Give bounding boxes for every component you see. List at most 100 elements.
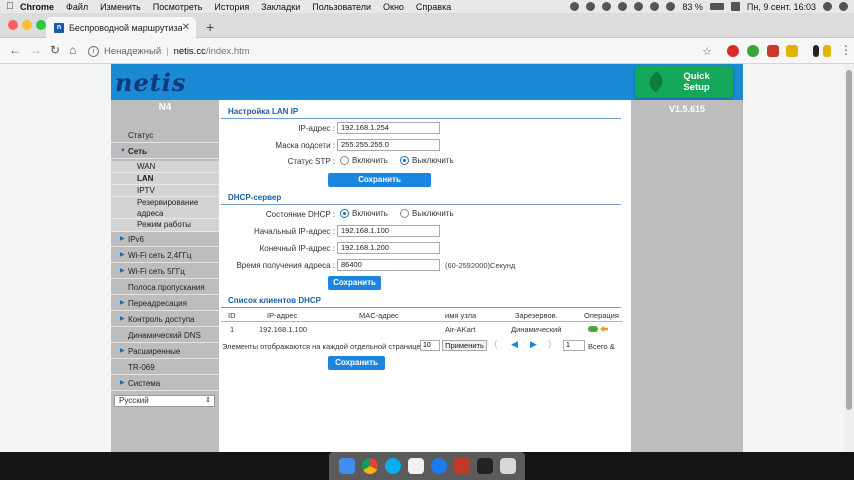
tab-close-icon[interactable]: ✕: [182, 22, 190, 33]
sidebar-item-advanced[interactable]: ▶ Расширенные: [111, 344, 219, 359]
browser-tab[interactable]: n Беспроводной маршрутизато ✕: [46, 17, 196, 38]
sidebar-item-label: Резервирование: [137, 198, 199, 207]
menu-window[interactable]: Окно: [383, 2, 404, 12]
menu-edit[interactable]: Изменить: [100, 2, 141, 12]
row-id: 1: [230, 325, 235, 334]
address-bar[interactable]: i Ненадежный | netis.cc /index.htm ☆: [88, 42, 720, 60]
bookmark-star-icon[interactable]: ☆: [702, 45, 712, 58]
page-scrollbar[interactable]: [844, 64, 854, 452]
stp-status-label: Статус STP :: [287, 157, 335, 166]
spotlight-icon[interactable]: [823, 2, 832, 11]
menu-app-name[interactable]: Chrome: [20, 2, 54, 12]
adblock-extension-icon[interactable]: [727, 45, 739, 57]
info-icon[interactable]: i: [88, 45, 99, 57]
battery-percent[interactable]: 83 %: [682, 2, 703, 12]
row-operations: [588, 326, 608, 332]
sidebar-item-tr069[interactable]: TR-069: [111, 360, 219, 375]
stp-enable-radio[interactable]: Включить: [340, 156, 388, 165]
green-extension-icon[interactable]: [747, 45, 759, 57]
trash-icon[interactable]: [499, 458, 516, 474]
dhcp-enable-radio[interactable]: Включить: [340, 209, 388, 218]
last-page-icon[interactable]: ⟩: [548, 339, 552, 350]
sidebar-item-label: Режим работы: [137, 220, 192, 229]
browser-menu-icon[interactable]: ⋮: [840, 43, 852, 57]
first-page-icon[interactable]: ⟨: [494, 339, 498, 350]
sidebar-item-ddns[interactable]: Динамический DNS: [111, 328, 219, 343]
apple-icon[interactable]: : [0, 1, 20, 12]
window-minimize-button[interactable]: [22, 20, 32, 30]
sync-icon[interactable]: [602, 2, 612, 11]
terminal-icon[interactable]: [476, 458, 493, 474]
menu-bookmarks[interactable]: Закладки: [261, 2, 300, 12]
end-ip-input[interactable]: 192.168.1.200: [337, 242, 440, 254]
menu-file[interactable]: Файл: [66, 2, 88, 12]
notification-center-icon[interactable]: [839, 2, 848, 11]
apply-button[interactable]: Применить: [442, 340, 487, 351]
router-header: netis Quick Setup: [111, 64, 743, 100]
router-sidebar: N4 Статус ▼ Сеть WAN LAN IPTV Резервирова…: [111, 100, 219, 452]
cloud-icon[interactable]: [586, 2, 596, 11]
forward-button[interactable]: →: [30, 43, 42, 57]
keyboard-layout-icon[interactable]: [730, 2, 740, 11]
bind-link-icon[interactable]: [588, 326, 598, 332]
finder-icon[interactable]: [338, 458, 355, 474]
flag-extension-icon[interactable]: [823, 45, 831, 57]
skype-icon[interactable]: [384, 458, 401, 474]
pages-icon[interactable]: [407, 458, 424, 474]
lease-time-label: Время получения адреса :: [236, 261, 335, 270]
photo-booth-icon[interactable]: [453, 458, 470, 474]
battery-extension-icon[interactable]: [813, 45, 819, 57]
window-zoom-button[interactable]: [36, 20, 46, 30]
row-ip: 192.168.1.100: [259, 325, 307, 334]
new-tab-button[interactable]: +: [206, 19, 214, 35]
lan-ip-input[interactable]: 192.168.1.254: [337, 122, 440, 134]
subnet-mask-input[interactable]: 255.255.255.0: [337, 139, 440, 151]
dhcp-disable-radio[interactable]: Выключить: [400, 209, 454, 218]
volume-icon[interactable]: [666, 2, 676, 11]
menubar-status-area: 83 % Пн, 9 сент. 16:03: [570, 0, 848, 13]
back-button[interactable]: ←: [9, 43, 21, 57]
battery-icon[interactable]: [709, 3, 724, 10]
menubar-clock[interactable]: Пн, 9 сент. 16:03: [747, 2, 816, 12]
url-host: netis.cc: [173, 45, 206, 57]
dhcp-save-button[interactable]: Сохранить: [328, 276, 381, 290]
items-per-page-input[interactable]: 10: [420, 340, 440, 351]
menu-users[interactable]: Пользователи: [312, 2, 371, 12]
chrome-icon[interactable]: [361, 458, 378, 474]
bluetooth-icon[interactable]: [634, 2, 644, 11]
sidebar-item-system[interactable]: ▶ Система: [111, 376, 219, 391]
page-select[interactable]: 1: [563, 340, 585, 351]
window-close-button[interactable]: [8, 20, 18, 30]
lan-save-button[interactable]: Сохранить: [328, 173, 431, 187]
lease-time-input[interactable]: 86400: [337, 259, 440, 271]
reload-button[interactable]: ↻: [50, 43, 60, 57]
prev-page-icon[interactable]: ◀: [511, 339, 518, 350]
yellow-extension-icon[interactable]: [786, 45, 798, 57]
save-all-button[interactable]: Сохранить все: [328, 356, 385, 381]
radio-off-icon: [340, 156, 349, 165]
app-store-icon[interactable]: [430, 458, 447, 474]
arrow-left-icon[interactable]: [600, 326, 608, 332]
sidebar-item-iptv[interactable]: IPTV: [111, 185, 219, 197]
sidebar-item-bandwidth[interactable]: Полоса пропускания: [111, 280, 219, 295]
tab-title: Беспроводной маршрутизато: [69, 22, 182, 33]
wifi-icon[interactable]: [650, 2, 660, 11]
dhcp-section-title: DHCP-сервер: [228, 193, 282, 202]
sidebar-item-forwarding[interactable]: ▶ Переадресация: [111, 296, 219, 311]
stp-disable-radio[interactable]: Выключить: [400, 156, 454, 165]
language-select[interactable]: Русский ⇕: [114, 395, 215, 407]
router-right-panel: V1.5.615: [631, 100, 743, 452]
menu-history[interactable]: История: [214, 2, 249, 12]
menu-view[interactable]: Посмотреть: [153, 2, 203, 12]
sidebar-item-lan[interactable]: LAN: [111, 173, 219, 185]
clock-icon[interactable]: [618, 2, 628, 11]
quick-setup-button[interactable]: Quick Setup: [635, 66, 733, 98]
sidebar-item-access-control[interactable]: ▶ Контроль доступа: [111, 312, 219, 327]
home-button[interactable]: ⌂: [69, 43, 76, 57]
scrollbar-thumb[interactable]: [846, 70, 852, 410]
screen-share-icon[interactable]: [570, 2, 580, 11]
menu-help[interactable]: Справка: [416, 2, 451, 12]
next-page-icon[interactable]: ▶: [530, 339, 537, 350]
red-extension-icon[interactable]: [767, 45, 779, 57]
start-ip-input[interactable]: 192.168.1.100: [337, 225, 440, 237]
